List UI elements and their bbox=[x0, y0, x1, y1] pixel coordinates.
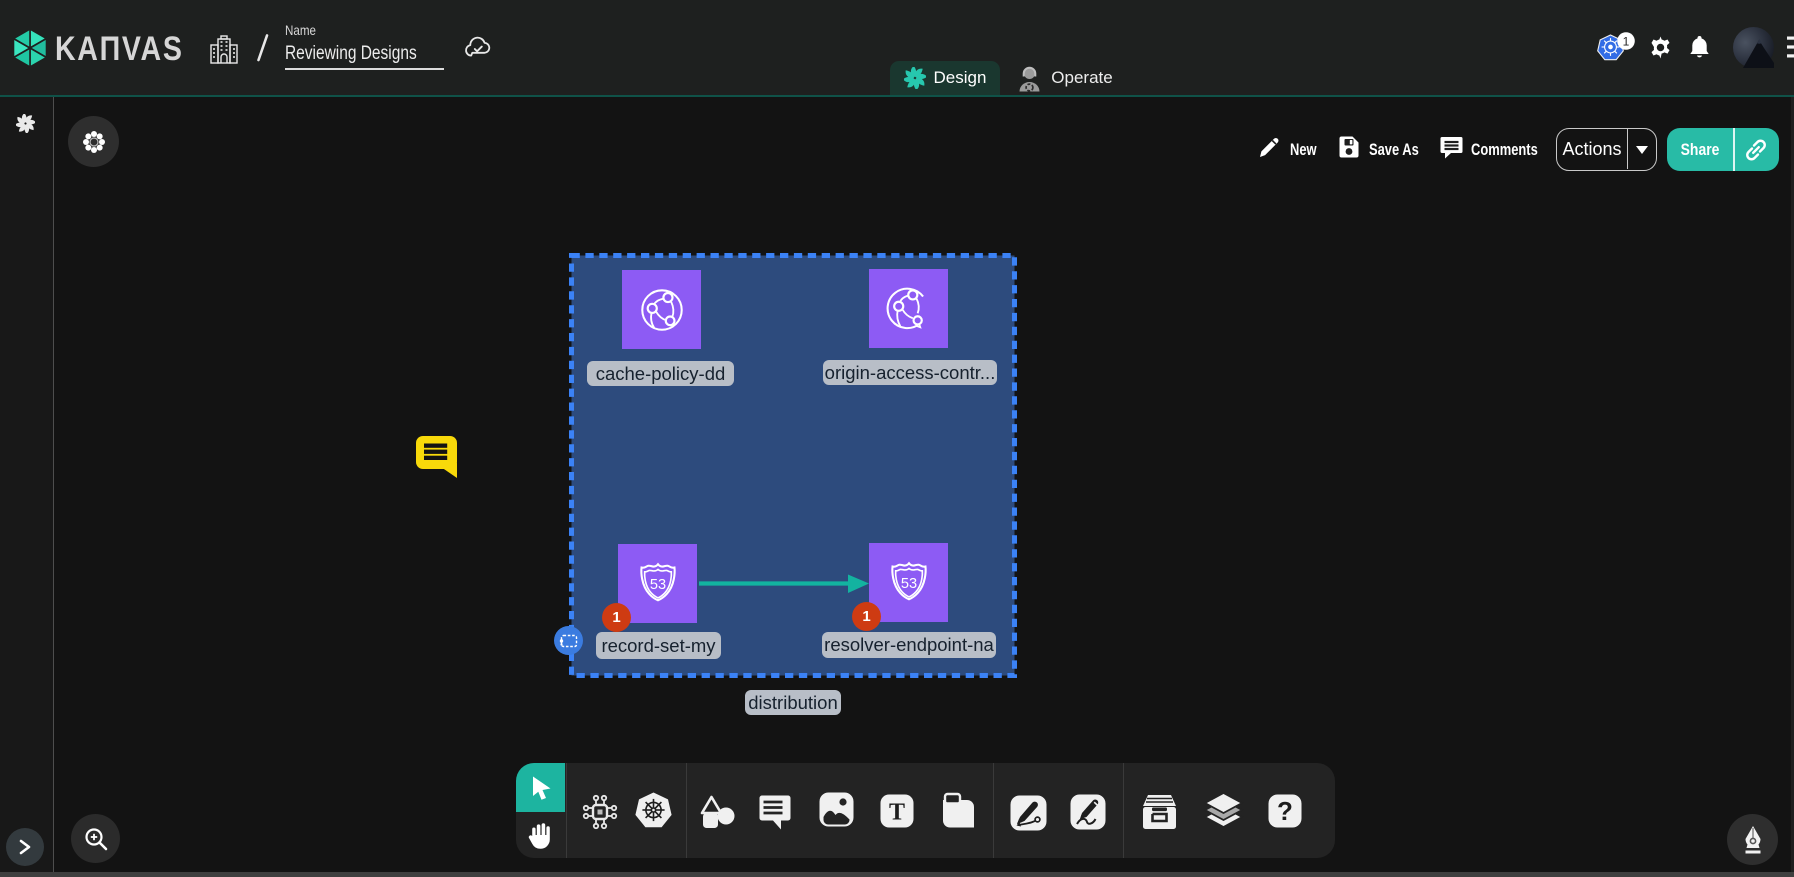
svg-text:53: 53 bbox=[649, 577, 665, 593]
svg-text:1: 1 bbox=[1623, 34, 1630, 48]
svg-text:T: T bbox=[889, 800, 905, 826]
svg-text:53: 53 bbox=[900, 576, 916, 592]
svg-text:?: ? bbox=[1277, 796, 1293, 826]
